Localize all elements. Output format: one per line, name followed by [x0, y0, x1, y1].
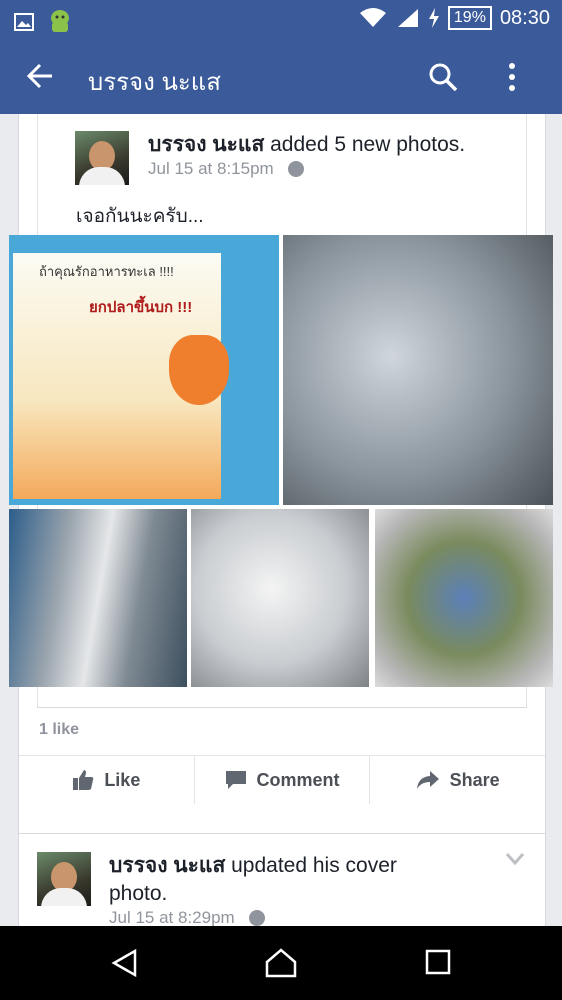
- like-button[interactable]: Like: [19, 756, 195, 804]
- signal-icon: [397, 9, 418, 27]
- post-card: บรรจง นะแส updated his cover photo. Jul …: [18, 833, 546, 926]
- android-icon: [51, 10, 69, 32]
- post-action: added 5 new photos.: [264, 133, 466, 156]
- charging-icon: [428, 8, 439, 28]
- post-meta: Jul 15 at 8:29pm: [109, 908, 265, 926]
- post-time[interactable]: Jul 15 at 8:29pm: [109, 908, 235, 926]
- more-options-icon[interactable]: [508, 62, 516, 92]
- post-time[interactable]: Jul 15 at 8:15pm: [148, 159, 274, 179]
- poster-line-2: ยกปลาขึ้นบก !!!: [89, 299, 193, 316]
- android-nav-bar: [0, 926, 562, 1000]
- like-count[interactable]: 1 like: [39, 721, 79, 739]
- photo-grid: ถ้าคุณรักอาหารทะเล !!!! ยกปลาขึ้นบก !!!: [9, 235, 553, 687]
- back-arrow-icon[interactable]: [26, 62, 54, 90]
- chevron-down-icon[interactable]: [505, 852, 525, 866]
- post-actions: Like Comment Share: [19, 756, 545, 804]
- author-name[interactable]: บรรจง นะแส: [109, 854, 225, 877]
- search-icon[interactable]: [428, 62, 458, 92]
- shrimp-illustration: [169, 335, 229, 405]
- thumbs-up-icon: [73, 770, 94, 790]
- post-action-continued: photo.: [109, 882, 168, 905]
- battery-indicator: 19%: [447, 6, 492, 30]
- pomfret-photo[interactable]: [191, 509, 369, 687]
- wifi-icon: [359, 8, 386, 27]
- share-arrow-icon: [416, 771, 439, 789]
- globe-icon: [287, 161, 304, 177]
- comment-button[interactable]: Comment: [195, 756, 371, 804]
- avatar[interactable]: [75, 131, 129, 185]
- share-button[interactable]: Share: [370, 756, 545, 804]
- gallery-icon: [14, 13, 34, 31]
- post-meta: Jul 15 at 8:15pm: [148, 159, 304, 179]
- clock: 08:30: [499, 6, 550, 29]
- avatar[interactable]: [37, 852, 91, 906]
- nav-recents-icon[interactable]: [424, 948, 452, 976]
- news-feed[interactable]: บรรจง นะแส added 5 new photos. Jul 15 at…: [0, 114, 562, 926]
- post-headline: บรรจง นะแส updated his cover photo.: [109, 852, 489, 908]
- post-headline: บรรจง นะแส added 5 new photos.: [148, 131, 518, 159]
- status-bar: 19% 08:30: [0, 0, 562, 40]
- nav-home-icon[interactable]: [264, 948, 298, 978]
- app-bar: บรรจง นะแส: [0, 40, 562, 114]
- post-card: บรรจง นะแส added 5 new photos. Jul 15 at…: [9, 114, 553, 926]
- author-name[interactable]: บรรจง นะแส: [148, 133, 264, 156]
- post-caption: เจอกันนะครับ...: [76, 206, 204, 227]
- comment-icon: [225, 771, 246, 789]
- nav-back-icon[interactable]: [110, 948, 140, 978]
- crab-photo[interactable]: [375, 509, 553, 687]
- poster-photo[interactable]: ถ้าคุณรักอาหารทะเล !!!! ยกปลาขึ้นบก !!!: [9, 235, 279, 505]
- fish-photo[interactable]: [283, 235, 553, 505]
- poster-line-1: ถ้าคุณรักอาหารทะเล !!!!: [39, 264, 174, 279]
- globe-icon: [248, 910, 265, 926]
- mackerel-photo[interactable]: [9, 509, 187, 687]
- post-action: updated his cover: [225, 854, 397, 877]
- page-title: บรรจง นะแส: [88, 69, 221, 96]
